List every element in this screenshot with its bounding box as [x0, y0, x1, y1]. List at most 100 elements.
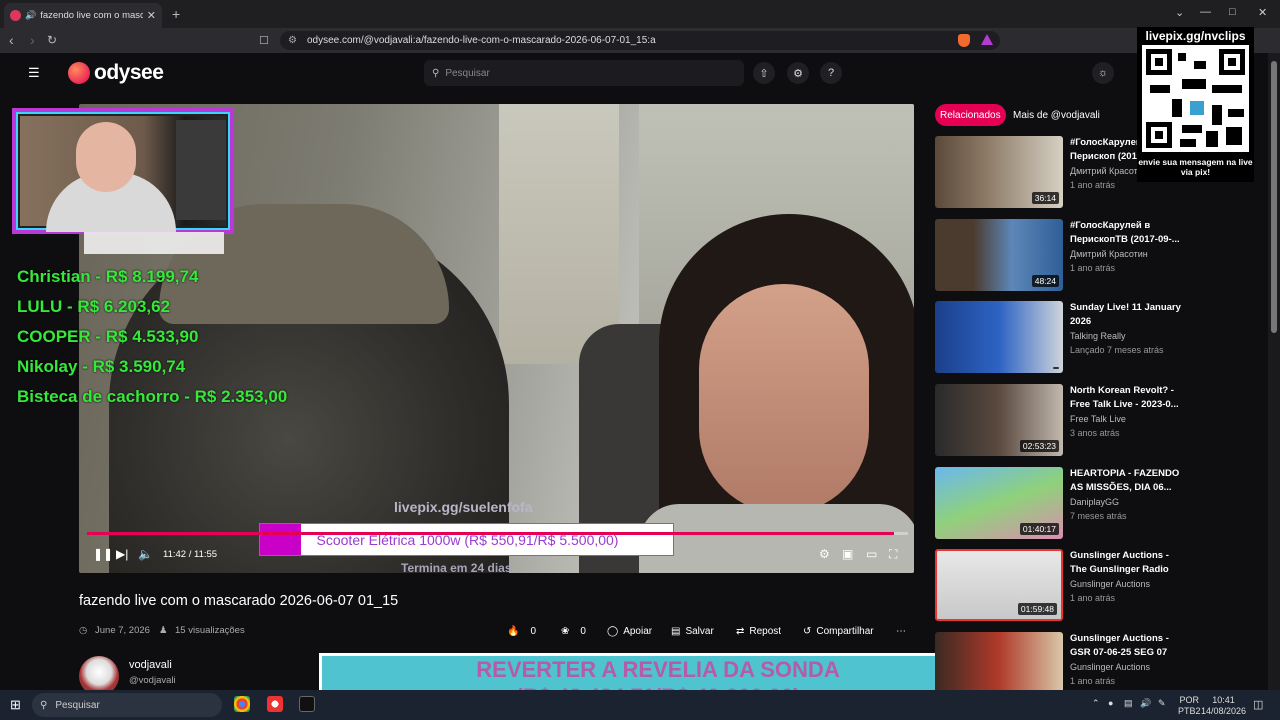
- fullscreen-icon[interactable]: ⛶: [889, 547, 897, 562]
- related-video-card[interactable]: 01:40:17 HEARTOPIA - FAZENDO AS MISSÕES,…: [935, 467, 1235, 539]
- reload-icon[interactable]: ↻: [47, 33, 57, 47]
- slime-button[interactable]: ❀ 0: [561, 626, 586, 637]
- fire-button[interactable]: 🔥 0: [507, 626, 536, 637]
- channel-name[interactable]: vodjavali: [129, 659, 172, 671]
- goal-ends-text: Termina em 24 dias: [401, 561, 512, 575]
- clock-time: 10:41: [1212, 695, 1235, 705]
- search-icon: ⚲: [432, 67, 440, 79]
- maximize-icon[interactable]: □: [1229, 6, 1236, 18]
- help-icon[interactable]: ?: [820, 62, 842, 84]
- new-tab-icon[interactable]: +: [172, 6, 180, 22]
- support-button[interactable]: ◯ Apoiar: [607, 626, 652, 637]
- video-thumbnail[interactable]: 02:53:23: [935, 384, 1063, 456]
- page-scrollbar[interactable]: [1268, 53, 1280, 690]
- tab-related[interactable]: Relacionados: [935, 104, 1006, 126]
- video-thumbnail[interactable]: 01:59:48: [935, 549, 1063, 621]
- notifications-icon[interactable]: ◫: [1253, 698, 1263, 711]
- seek-bar[interactable]: [87, 532, 908, 535]
- minimize-icon[interactable]: —: [1200, 6, 1211, 18]
- url-field[interactable]: ⚙ odysee.com/@vodjavali:a/fazendo-live-c…: [280, 31, 1000, 50]
- qr-overlay: livepix.gg/nvclips envie sua mensagem na…: [1137, 27, 1254, 182]
- card-title[interactable]: North Korean Revolt? - Free Talk Live - …: [1070, 384, 1185, 412]
- close-window-icon[interactable]: ✕: [1258, 6, 1267, 19]
- share-label: Compartilhar: [816, 626, 874, 637]
- scrollbar-thumb[interactable]: [1271, 61, 1277, 333]
- duration-badge: [1053, 367, 1059, 369]
- related-video-card[interactable]: 01:59:48 Gunslinger Auctions -The Gunsli…: [935, 549, 1235, 621]
- site-info-icon[interactable]: ⚙: [288, 35, 297, 46]
- search-input[interactable]: ⚲ Pesquisar: [424, 60, 744, 86]
- card-title[interactable]: Sunday Live! 11 January 2026: [1070, 301, 1185, 329]
- windows-start-icon[interactable]: ⊞: [10, 697, 21, 713]
- related-video-card[interactable]: Gunslinger Auctions - GSR 07-06-25 SEG 0…: [935, 632, 1235, 690]
- video-thumbnail[interactable]: 48:24: [935, 219, 1063, 291]
- bookmark-icon[interactable]: ☐: [259, 34, 269, 47]
- settings-icon[interactable]: ⚙: [787, 62, 809, 84]
- repost-button[interactable]: ⇄ Repost: [736, 626, 781, 637]
- card-channel[interactable]: Talking Really: [1070, 331, 1126, 341]
- back-icon[interactable]: ‹: [9, 32, 14, 48]
- duration-badge: 36:14: [1031, 192, 1059, 204]
- brave-shields-icon[interactable]: [958, 34, 970, 47]
- menu-icon[interactable]: ☰: [28, 65, 40, 81]
- card-channel[interactable]: Free Talk Live: [1070, 414, 1126, 424]
- qr-code: [1142, 45, 1249, 152]
- picture-in-picture-icon[interactable]: ▣: [842, 547, 853, 561]
- next-icon[interactable]: ▶|: [116, 547, 128, 561]
- video-thumbnail[interactable]: [935, 632, 1063, 690]
- volume-tray-icon[interactable]: 🔊: [1140, 698, 1151, 709]
- share-button[interactable]: ↺ Compartilhar: [803, 626, 874, 637]
- clock[interactable]: 10:41 14/08/2026: [1201, 695, 1246, 717]
- terminal-icon[interactable]: [299, 696, 315, 712]
- tab-more-from-channel[interactable]: Mais de @vodjavali: [1008, 104, 1105, 126]
- related-video-card[interactable]: 48:24 #ГолосКарулей в ПерископТВ (2017-0…: [935, 219, 1235, 291]
- channel-handle[interactable]: @vodjavali: [129, 675, 176, 686]
- upload-icon[interactable]: ⇧: [753, 62, 775, 84]
- livepix-link-overlay: livepix.gg/suelenfofa: [394, 499, 533, 515]
- brave-rewards-icon[interactable]: [981, 34, 993, 45]
- card-title[interactable]: Gunslinger Auctions - GSR 07-06-25 SEG 0…: [1070, 632, 1185, 660]
- obs-icon[interactable]: [267, 696, 283, 712]
- url-text: odysee.com/@vodjavali:a/fazendo-live-com…: [306, 35, 656, 46]
- chrome-icon[interactable]: [234, 696, 250, 712]
- card-channel[interactable]: Gunslinger Auctions: [1070, 662, 1150, 672]
- video-thumbnail[interactable]: [935, 301, 1063, 373]
- card-channel[interactable]: DaniplayGG: [1070, 497, 1119, 507]
- forward-icon[interactable]: ›: [30, 32, 35, 48]
- close-tab-icon[interactable]: ✕: [147, 9, 156, 22]
- tray-arrow-icon[interactable]: ⌃: [1092, 698, 1100, 709]
- brand-name[interactable]: odysee: [94, 61, 164, 85]
- card-channel[interactable]: Дмитрий Красотин: [1070, 249, 1148, 259]
- banner-line-1: REVERTER A REVELIA DA SONDA: [476, 657, 840, 682]
- video-thumbnail[interactable]: 01:40:17: [935, 467, 1063, 539]
- card-title[interactable]: #ГолосКарулей в ПерископТВ (2017-09-...: [1070, 219, 1185, 247]
- card-title[interactable]: Gunslinger Auctions -The Gunslinger Radi…: [1070, 549, 1185, 577]
- tab-list-icon[interactable]: ⌄: [1175, 6, 1184, 19]
- theme-toggle-icon[interactable]: ☼: [1092, 62, 1114, 84]
- quality-settings-icon[interactable]: ⚙: [819, 547, 830, 561]
- pen-icon[interactable]: ✎: [1158, 698, 1166, 709]
- card-channel[interactable]: Gunslinger Auctions: [1070, 579, 1150, 589]
- volume-icon[interactable]: 🔈: [138, 547, 153, 561]
- card-title[interactable]: HEARTOPIA - FAZENDO AS MISSÕES, DIA 06..…: [1070, 467, 1185, 495]
- speaker-icon[interactable]: 🔊: [25, 10, 36, 21]
- playback-time: 11:42 / 11:55: [163, 549, 218, 560]
- related-video-card[interactable]: 02:53:23 North Korean Revolt? - Free Tal…: [935, 384, 1235, 456]
- related-video-card[interactable]: Sunday Live! 11 January 2026 Talking Rea…: [935, 301, 1235, 373]
- pause-icon[interactable]: ❚❚: [93, 547, 113, 561]
- theater-mode-icon[interactable]: ▭: [866, 547, 877, 561]
- language-indicator[interactable]: POR PTB2: [1178, 695, 1201, 717]
- browser-tab[interactable]: 🔊 fazendo live com o mascarad ✕: [4, 3, 162, 28]
- goal-bar: Scooter Elétrica 1000w (R$ 550,91/R$ 5.5…: [259, 523, 674, 556]
- odysee-logo-icon[interactable]: [68, 62, 90, 84]
- network-icon[interactable]: ▤: [1124, 698, 1133, 709]
- windows-taskbar: ⊞ ⚲ Pesquisar ⌃ ● ▤ 🔊 ✎ POR PTB2 10:41 1…: [0, 690, 1280, 720]
- taskbar-search[interactable]: ⚲ Pesquisar: [32, 693, 222, 717]
- search-icon: ⚲: [40, 699, 48, 711]
- save-button[interactable]: ▤ Salvar: [671, 626, 714, 637]
- microphone-icon[interactable]: ●: [1108, 698, 1113, 708]
- fire-icon: 🔥: [507, 626, 520, 637]
- keyboard-layout: PTB2: [1178, 706, 1201, 716]
- video-thumbnail[interactable]: 36:14: [935, 136, 1063, 208]
- more-options-icon[interactable]: ⋯: [896, 626, 906, 637]
